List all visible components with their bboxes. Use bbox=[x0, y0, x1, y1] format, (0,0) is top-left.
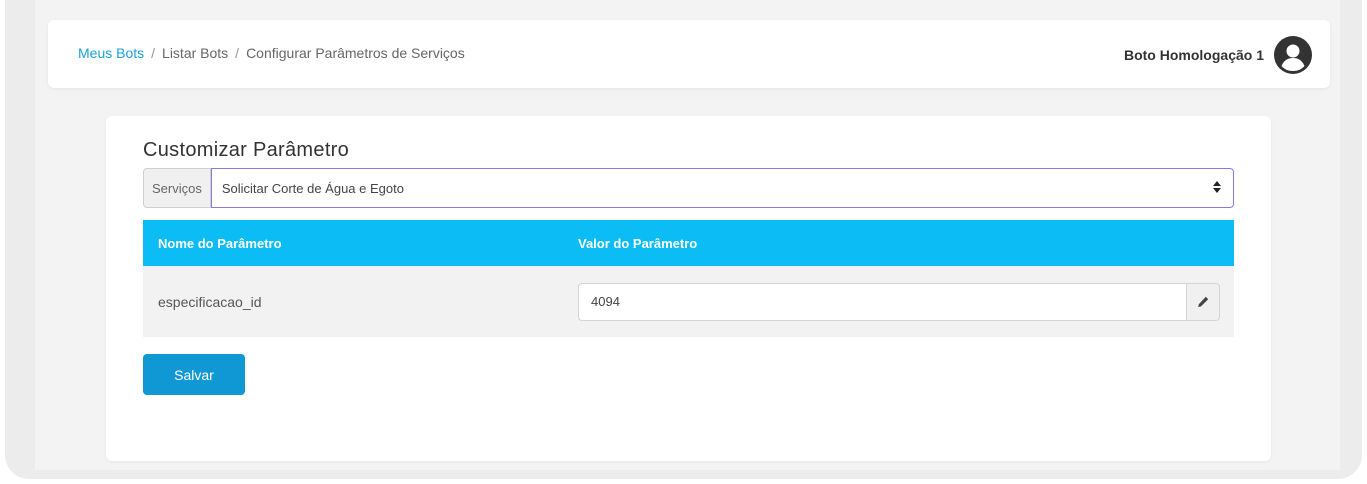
service-select-group: Serviços Solicitar Corte de Água e Egoto bbox=[143, 168, 1234, 208]
parameter-value-input[interactable]: 4094 bbox=[578, 282, 1186, 321]
pencil-icon bbox=[1198, 296, 1209, 307]
parameter-value-group: 4094 bbox=[578, 282, 1234, 321]
service-selected-value: Solicitar Corte de Água e Egoto bbox=[221, 180, 404, 196]
service-label: Serviços bbox=[143, 168, 211, 208]
parameters-table: Nome do Parâmetro Valor do Parâmetro esp… bbox=[143, 220, 1234, 337]
column-header-value: Valor do Parâmetro bbox=[578, 235, 698, 251]
breadcrumb-meus-bots[interactable]: Meus Bots bbox=[78, 45, 144, 61]
column-header-name: Nome do Parâmetro bbox=[158, 235, 282, 251]
user-menu[interactable]: Boto Homologação 1 bbox=[1124, 36, 1312, 74]
service-select[interactable]: Solicitar Corte de Água e Egoto bbox=[210, 168, 1234, 208]
user-circle-icon[interactable] bbox=[1274, 36, 1312, 74]
sort-caret-icon bbox=[1213, 180, 1221, 196]
breadcrumb-listar-bots: Listar Bots bbox=[162, 45, 229, 61]
parameter-name: especificacao_id bbox=[158, 293, 262, 310]
card-title: Customizar Parâmetro bbox=[143, 139, 350, 161]
customize-parameter-card: Customizar Parâmetro Serviços Solicitar … bbox=[106, 116, 1271, 461]
breadcrumb-separator: / bbox=[235, 45, 240, 61]
edit-button[interactable] bbox=[1186, 282, 1220, 321]
table-header: Nome do Parâmetro Valor do Parâmetro bbox=[143, 220, 1234, 266]
user-name: Boto Homologação 1 bbox=[1123, 47, 1264, 63]
top-header: Meus Bots / Listar Bots / Configurar Par… bbox=[48, 20, 1330, 88]
breadcrumb-current-page: Configurar Parâmetros de Serviços bbox=[246, 45, 465, 61]
breadcrumb: Meus Bots / Listar Bots / Configurar Par… bbox=[78, 45, 465, 61]
table-row: especificacao_id 4094 bbox=[143, 266, 1234, 337]
breadcrumb-separator: / bbox=[151, 45, 156, 61]
save-button[interactable]: Salvar bbox=[143, 354, 245, 395]
